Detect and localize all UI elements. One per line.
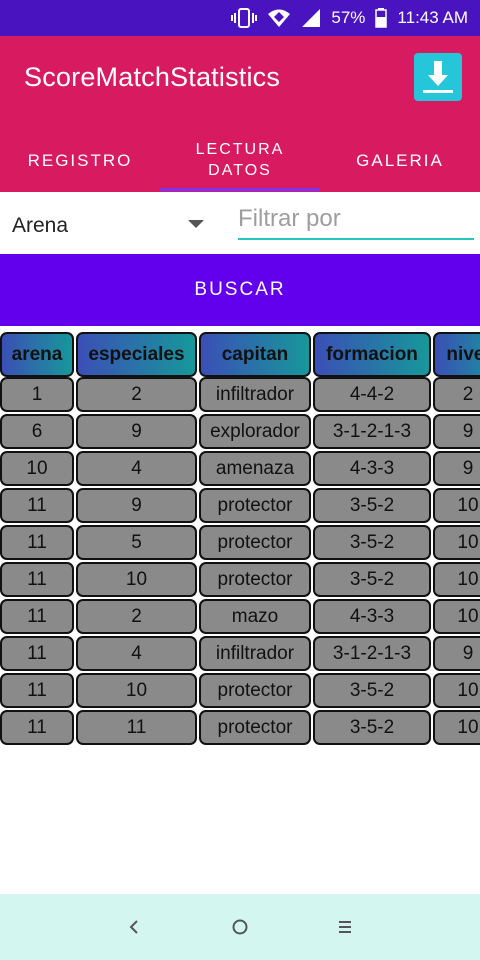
back-button[interactable]	[119, 912, 149, 942]
tab-galeria[interactable]: GALERIA	[320, 128, 480, 192]
table-cell-capitan: protector	[199, 488, 311, 523]
tab-bar: REGISTRO LECTURA DATOS GALERIA	[0, 128, 480, 192]
table-cell-capitan: amenaza	[199, 451, 311, 486]
table-cell-especiales: 10	[76, 673, 197, 708]
table-cell-formacion: 3-5-2	[313, 673, 431, 708]
table-cell-formacion: 3-5-2	[313, 525, 431, 560]
table-cell-arena: 11	[0, 562, 74, 597]
table-cell-capitan: infiltrador	[199, 636, 311, 671]
app-bar: ScoreMatchStatistics REGISTRO LECTURA DA…	[0, 36, 480, 192]
table-cell-capitan: protector	[199, 673, 311, 708]
download-button[interactable]	[414, 53, 462, 101]
tab-registro[interactable]: REGISTRO	[0, 128, 160, 192]
tab-lectura-datos[interactable]: LECTURA DATOS	[160, 128, 320, 192]
table-cell-especiales: 9	[76, 488, 197, 523]
table-cell-especiales: 11	[76, 710, 197, 745]
table-cell-nivel: 10	[433, 599, 480, 634]
table-cell-especiales: 2	[76, 599, 197, 634]
table-cell-arena: 11	[0, 710, 74, 745]
filter-row: Arena	[0, 192, 480, 254]
status-icons: 57% 11:43 AM	[231, 6, 468, 30]
table-cell-arena: 11	[0, 525, 74, 560]
home-icon	[231, 918, 249, 936]
spinner-value: Arena	[12, 214, 69, 237]
table-cell-especiales: 4	[76, 451, 197, 486]
home-button[interactable]	[225, 912, 255, 942]
table-cell-arena: 6	[0, 414, 74, 449]
table-cell-nivel: 9	[433, 636, 480, 671]
wifi-icon	[267, 8, 291, 28]
table-cell-nivel: 9	[433, 451, 480, 486]
clock: 11:43 AM	[397, 8, 468, 27]
table-header-formacion: formacion	[313, 332, 431, 377]
table-cell-formacion: 4-3-3	[313, 599, 431, 634]
vibrate-icon	[231, 8, 258, 28]
table-cell-formacion: 3-1-2-1-3	[313, 414, 431, 449]
dropdown-arrow-icon	[188, 220, 204, 228]
results-table[interactable]: arenaespecialescapitanformacionnivel12in…	[0, 330, 480, 750]
table-cell-arena: 1	[0, 377, 74, 412]
table-cell-capitan: infiltrador	[199, 377, 311, 412]
table-cell-nivel: 10	[433, 488, 480, 523]
battery-icon	[375, 8, 388, 28]
table-cell-capitan: explorador	[199, 414, 311, 449]
buscar-button[interactable]: BUSCAR	[0, 254, 480, 326]
navigation-bar	[0, 894, 480, 960]
table-cell-capitan: protector	[199, 562, 311, 597]
app-title: ScoreMatchStatistics	[24, 62, 281, 92]
table-cell-arena: 11	[0, 636, 74, 671]
table-header-nivel: nivel	[433, 332, 480, 377]
table-cell-nivel: 10	[433, 710, 480, 745]
table-cell-especiales: 2	[76, 377, 197, 412]
download-icon	[414, 53, 462, 101]
table-cell-nivel: 10	[433, 525, 480, 560]
table-cell-capitan: mazo	[199, 599, 311, 634]
table-cell-capitan: protector	[199, 525, 311, 560]
table-cell-nivel: 9	[433, 414, 480, 449]
table-header-capitan: capitan	[199, 332, 311, 377]
table-cell-formacion: 3-1-2-1-3	[313, 636, 431, 671]
back-icon	[127, 918, 141, 936]
table-cell-arena: 11	[0, 488, 74, 523]
table-cell-especiales: 5	[76, 525, 197, 560]
table-cell-formacion: 4-3-3	[313, 451, 431, 486]
table-header-arena: arena	[0, 332, 74, 377]
table-cell-formacion: 4-4-2	[313, 377, 431, 412]
table-cell-arena: 10	[0, 451, 74, 486]
tab-label: LECTURA DATOS	[195, 141, 285, 179]
menu-button[interactable]	[330, 912, 360, 942]
signal-icon	[301, 9, 321, 27]
status-bar: 57% 11:43 AM	[0, 0, 480, 36]
table-cell-formacion: 3-5-2	[313, 488, 431, 523]
tab-indicator	[160, 188, 320, 191]
filter-field-spinner[interactable]: Arena	[12, 206, 212, 240]
table-cell-arena: 11	[0, 599, 74, 634]
table-cell-especiales: 10	[76, 562, 197, 597]
menu-icon	[337, 919, 353, 935]
table-cell-especiales: 9	[76, 414, 197, 449]
tab-label: REGISTRO	[27, 150, 133, 170]
table-cell-arena: 11	[0, 673, 74, 708]
table-header-especiales: especiales	[76, 332, 197, 377]
table-cell-nivel: 10	[433, 562, 480, 597]
table-cell-especiales: 4	[76, 636, 197, 671]
table-cell-nivel: 10	[433, 673, 480, 708]
table-cell-formacion: 3-5-2	[313, 710, 431, 745]
table-cell-nivel: 2	[433, 377, 480, 412]
filter-input[interactable]	[238, 200, 474, 240]
battery-percent: 57%	[331, 8, 366, 27]
table-cell-capitan: protector	[199, 710, 311, 745]
tab-label: GALERIA	[356, 150, 444, 170]
table-cell-formacion: 3-5-2	[313, 562, 431, 597]
